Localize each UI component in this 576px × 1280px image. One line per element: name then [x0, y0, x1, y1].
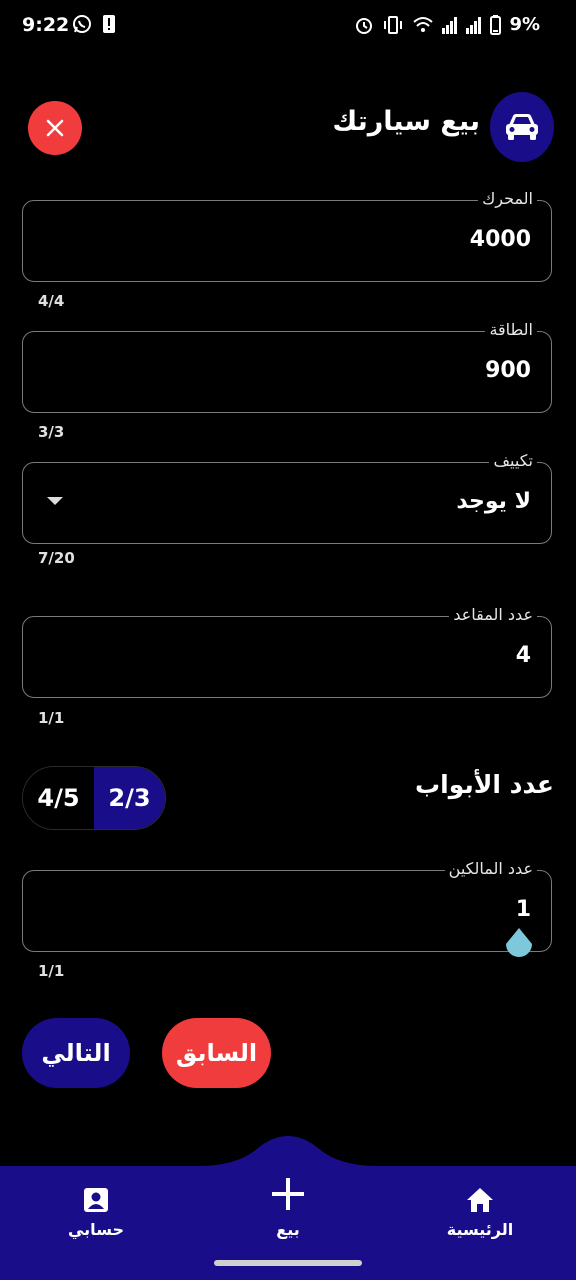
nav-item-home[interactable]: الرئيسية	[410, 1186, 550, 1239]
nav-item-account[interactable]: حسابي	[26, 1186, 166, 1239]
signal-icon	[466, 16, 482, 34]
owners-label: عدد المالكين	[444, 859, 537, 879]
notification-icon	[103, 15, 115, 33]
wifi-icon	[413, 16, 434, 32]
dropdown-arrow-icon	[47, 497, 63, 505]
doors-toggle[interactable]: 4/5 2/3	[22, 766, 166, 830]
home-icon	[467, 1188, 493, 1212]
engine-label: المحرك	[478, 189, 537, 209]
ac-value: لا يوجد	[456, 489, 531, 514]
battery-icon	[490, 14, 502, 35]
door-option-4-5[interactable]: 4/5	[23, 767, 94, 829]
owners-field[interactable]: عدد المالكين 1	[22, 859, 552, 952]
nav-label-account: حسابي	[67, 1220, 124, 1239]
account-icon	[84, 1188, 108, 1212]
add-icon	[272, 1178, 304, 1210]
status-time: 9:22	[22, 14, 70, 36]
seats-field[interactable]: عدد المقاعد 4	[22, 605, 552, 698]
alarm-icon	[356, 17, 373, 34]
next-button[interactable]: التالي	[22, 1018, 130, 1088]
signal-icon	[442, 16, 458, 34]
page-title: بيع سيارتك	[332, 106, 480, 137]
nav-label-home: الرئيسية	[446, 1220, 514, 1239]
engine-counter: 4/4	[38, 292, 65, 310]
power-field[interactable]: الطاقة 900	[22, 320, 552, 413]
power-label: الطاقة	[485, 320, 537, 340]
car-icon	[506, 114, 538, 140]
home-indicator[interactable]	[214, 1260, 362, 1266]
whatsapp-icon	[73, 15, 91, 33]
close-icon	[46, 119, 64, 137]
seats-label: عدد المقاعد	[449, 605, 537, 625]
battery-percent: 9%	[509, 14, 540, 35]
car-avatar	[490, 92, 554, 162]
nav-label-sell: بيع	[276, 1220, 300, 1239]
close-button[interactable]	[28, 101, 82, 155]
seats-counter: 1/1	[38, 709, 65, 727]
ac-label: تكييف	[489, 451, 537, 471]
ac-dropdown[interactable]: تكييف لا يوجد	[22, 451, 552, 544]
seats-value: 4	[515, 643, 531, 668]
engine-field[interactable]: المحرك 4000	[22, 189, 552, 282]
vibrate-icon	[384, 15, 403, 34]
door-option-2-3[interactable]: 2/3	[94, 767, 165, 829]
doors-label: عدد الأبواب	[415, 770, 554, 799]
ac-counter: 7/20	[38, 549, 75, 567]
power-value: 900	[485, 358, 531, 383]
status-bar: 9:22 9%	[0, 0, 576, 52]
nav-item-sell[interactable]: بيع	[218, 1174, 358, 1239]
power-counter: 3/3	[38, 423, 65, 441]
previous-button[interactable]: السابق	[162, 1018, 271, 1088]
owners-counter: 1/1	[38, 962, 65, 980]
engine-value: 4000	[469, 227, 531, 252]
owners-value: 1	[515, 897, 531, 922]
text-cursor-handle[interactable]	[504, 928, 534, 962]
